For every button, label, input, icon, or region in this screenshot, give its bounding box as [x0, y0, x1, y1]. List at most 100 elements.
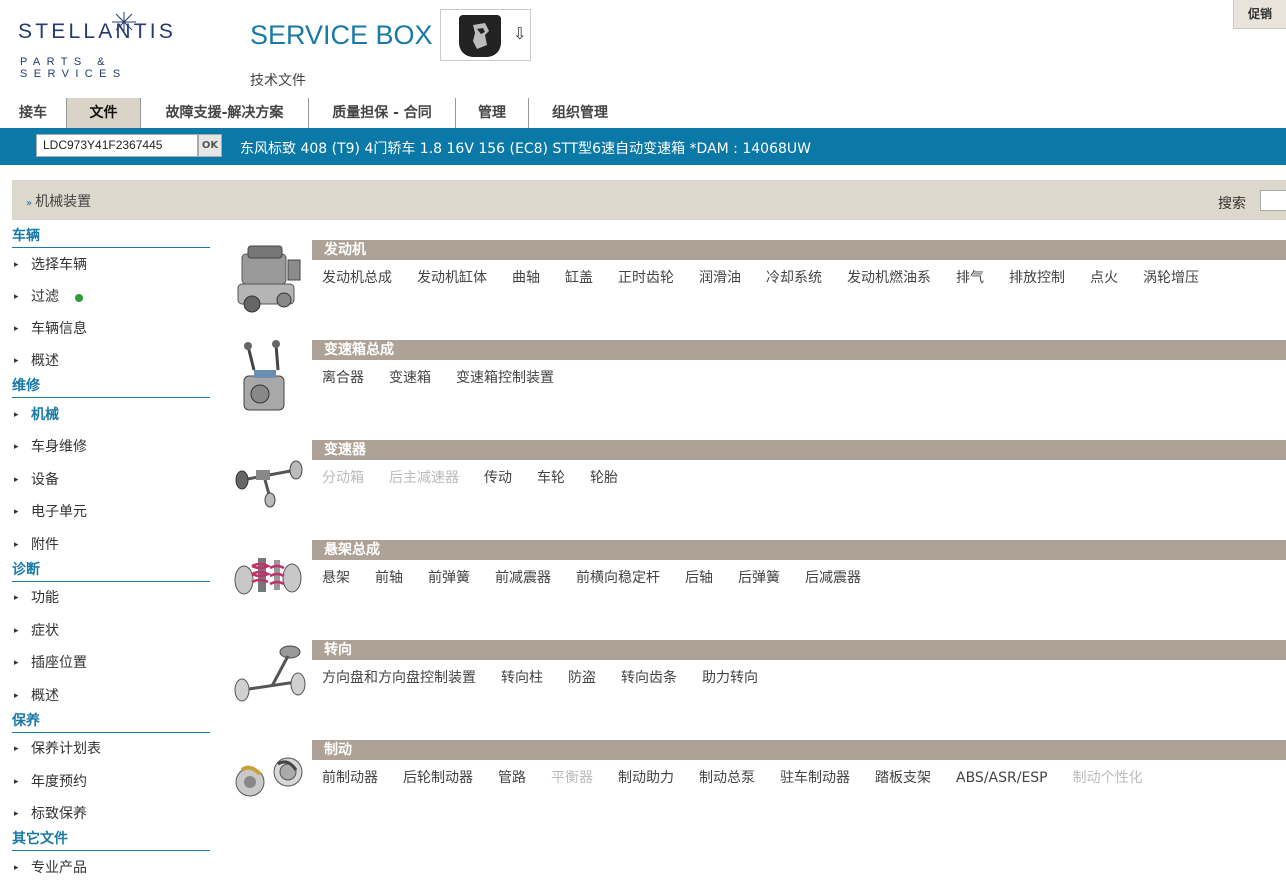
link-fuel-system[interactable]: 发动机燃油系: [847, 267, 931, 287]
link-brake-booster[interactable]: 制动助力: [618, 767, 674, 787]
section-links: 前制动器 后轮制动器 管路 平衡器 制动助力 制动总泵 驻车制动器 踏板支架 ABS/ASR/E…: [322, 767, 1286, 789]
bullet-icon: ▸: [14, 507, 19, 517]
link-wheels[interactable]: 车轮: [537, 467, 565, 487]
link-rear-brakes[interactable]: 后轮制动器: [403, 767, 473, 787]
gearbox-icon[interactable]: [230, 340, 308, 418]
suspension-icon[interactable]: [230, 540, 308, 618]
app-title: SERVICE BOX: [250, 20, 433, 50]
sidebar-item-maintenance-plan[interactable]: ▸ 保养计划表: [12, 737, 210, 761]
vin-ok-button[interactable]: OK: [198, 134, 222, 157]
sidebar-item-overview[interactable]: ▸ 概述: [12, 349, 210, 373]
sidebar-group-maintenance: 保养: [12, 710, 210, 733]
steering-icon[interactable]: [230, 640, 308, 718]
bullet-icon: ▸: [14, 410, 19, 420]
bullet-icon: ▸: [14, 292, 19, 302]
link-rear-springs[interactable]: 后弹簧: [738, 567, 780, 587]
link-drive[interactable]: 传动: [484, 467, 512, 487]
sidebar-group-other-docs: 其它文件: [12, 828, 210, 851]
sidebar-item-professional-products[interactable]: ▸ 专业产品: [12, 856, 210, 880]
logout-button[interactable]: 促销: [1233, 0, 1286, 29]
tab-organization[interactable]: 组织管理: [529, 98, 631, 128]
engine-icon[interactable]: [230, 240, 308, 318]
link-front-shocks[interactable]: 前减震器: [495, 567, 551, 587]
link-turbo[interactable]: 涡轮增压: [1143, 267, 1199, 287]
tab-warranty[interactable]: 质量担保 - 合同: [309, 98, 456, 128]
drivetrain-icon[interactable]: [230, 440, 308, 518]
link-suspension[interactable]: 悬架: [322, 567, 350, 587]
section-transmission: 变速器 分动箱 后主减速器 传动 车轮 轮胎: [230, 440, 1286, 520]
sidebar-item-body-repair[interactable]: ▸ 车身维修: [12, 435, 210, 459]
search-label: 搜索: [1218, 196, 1246, 212]
link-power-steering[interactable]: 助力转向: [702, 667, 758, 687]
section-title: 变速器: [312, 440, 1286, 460]
section-links: 分动箱 后主减速器 传动 车轮 轮胎: [322, 467, 1286, 489]
link-brake-lines[interactable]: 管路: [498, 767, 526, 787]
link-rear-shocks[interactable]: 后减震器: [805, 567, 861, 587]
vin-input[interactable]: LDC973Y41F2367445: [36, 134, 198, 157]
link-master-cylinder[interactable]: 制动总泵: [699, 767, 755, 787]
tab-troubleshooting[interactable]: 故障支援-解决方案: [141, 98, 309, 128]
sidebar-item-select-vehicle[interactable]: ▸ 选择车辆: [12, 253, 210, 277]
link-rear-axle[interactable]: 后轴: [685, 567, 713, 587]
sidebar-item-symptoms[interactable]: ▸ 症状: [12, 619, 210, 643]
link-front-axle[interactable]: 前轴: [375, 567, 403, 587]
sidebar-item-label: 选择车辆: [31, 257, 87, 273]
link-lubrication[interactable]: 润滑油: [699, 267, 741, 287]
link-front-anti-roll-bar[interactable]: 前横向稳定杆: [576, 567, 660, 587]
search-input[interactable]: [1260, 190, 1286, 211]
breadcrumb: » 机械装置: [26, 191, 91, 211]
section-engine: 发动机 发动机总成 发动机缸体 曲轴 缸盖 正时齿轮 润滑油 冷却系统 发动机燃油系 排气 排放控…: [230, 240, 1286, 320]
bullet-icon: ▸: [14, 863, 19, 873]
breadcrumb-current: 机械装置: [35, 194, 92, 210]
link-ignition[interactable]: 点火: [1090, 267, 1118, 287]
sidebar-item-label: 概述: [31, 688, 59, 704]
link-cooling[interactable]: 冷却系统: [766, 267, 822, 287]
sidebar-item-filter[interactable]: ▸ 过滤: [12, 285, 210, 309]
breadcrumb-bar: » 机械装置 搜索: [12, 180, 1286, 220]
tab-management[interactable]: 管理: [456, 98, 529, 128]
link-anti-theft[interactable]: 防盗: [568, 667, 596, 687]
sidebar-item-equipment[interactable]: ▸ 设备: [12, 468, 210, 492]
sidebar-item-label: 机械: [31, 407, 59, 423]
brand-selector[interactable]: ⇩: [440, 9, 531, 61]
sidebar-item-accessories[interactable]: ▸ 附件: [12, 533, 210, 557]
link-pedal-bracket[interactable]: 踏板支架: [875, 767, 931, 787]
tab-documents[interactable]: 文件: [66, 98, 141, 128]
bullet-icon: ▸: [14, 260, 19, 270]
link-clutch[interactable]: 离合器: [322, 367, 364, 387]
link-front-springs[interactable]: 前弹簧: [428, 567, 470, 587]
brake-icon[interactable]: [230, 740, 308, 818]
link-parking-brake[interactable]: 驻车制动器: [780, 767, 850, 787]
link-front-brakes[interactable]: 前制动器: [322, 767, 378, 787]
sidebar-item-mechanical[interactable]: ▸ 机械: [12, 403, 210, 427]
sidebar-item-vehicle-info[interactable]: ▸ 车辆信息: [12, 317, 210, 341]
download-arrow-icon[interactable]: ⇩: [513, 24, 526, 43]
sidebar-item-electronic-units[interactable]: ▸ 电子单元: [12, 500, 210, 524]
link-gearbox[interactable]: 变速箱: [389, 367, 431, 387]
link-crankshaft[interactable]: 曲轴: [512, 267, 540, 287]
logo-text: STELLANTIS: [18, 20, 177, 43]
link-tyres[interactable]: 轮胎: [590, 467, 618, 487]
section-links: 方向盘和方向盘控制装置 转向柱 防盗 转向齿条 助力转向: [322, 667, 1286, 689]
sidebar-item-functions[interactable]: ▸ 功能: [12, 586, 210, 610]
link-emission-control[interactable]: 排放控制: [1009, 267, 1065, 287]
link-engine-assembly[interactable]: 发动机总成: [322, 267, 392, 287]
sidebar-item-diag-overview[interactable]: ▸ 概述: [12, 684, 210, 708]
link-engine-block[interactable]: 发动机缸体: [417, 267, 487, 287]
sidebar-item-label: 车身维修: [31, 439, 87, 455]
link-abs-asr-esp[interactable]: ABS/ASR/ESP: [956, 770, 1048, 786]
link-steering-rack[interactable]: 转向齿条: [621, 667, 677, 687]
bullet-icon: ▸: [14, 324, 19, 334]
link-transfer-case: 分动箱: [322, 470, 364, 486]
link-steering-wheel[interactable]: 方向盘和方向盘控制装置: [322, 667, 476, 687]
link-cylinder-head[interactable]: 缸盖: [565, 267, 593, 287]
link-timing-gear[interactable]: 正时齿轮: [618, 267, 674, 287]
link-exhaust[interactable]: 排气: [956, 267, 984, 287]
link-steering-column[interactable]: 转向柱: [501, 667, 543, 687]
sidebar-item-peugeot-maintenance[interactable]: ▸ 标致保养: [12, 802, 210, 826]
tab-reception[interactable]: 接车: [0, 98, 67, 128]
sidebar-item-connector-location[interactable]: ▸ 插座位置: [12, 651, 210, 675]
link-gearbox-controls[interactable]: 变速箱控制装置: [456, 367, 554, 387]
sidebar-item-label: 车辆信息: [31, 321, 87, 337]
sidebar-item-annual-appointment[interactable]: ▸ 年度预约: [12, 770, 210, 794]
